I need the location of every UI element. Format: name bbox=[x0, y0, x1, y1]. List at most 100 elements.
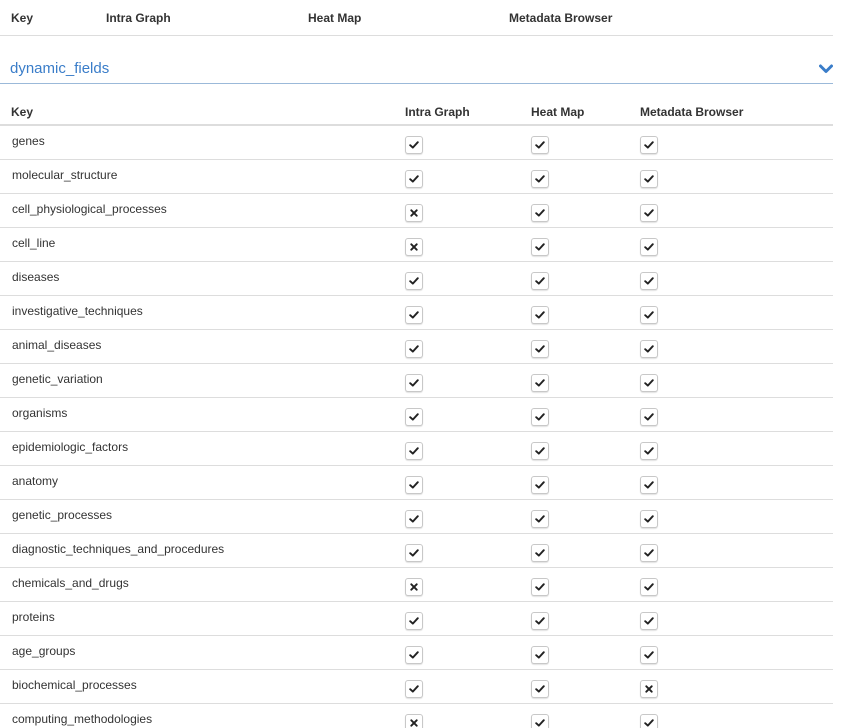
intra-graph-toggle[interactable] bbox=[405, 374, 423, 392]
intra-graph-toggle[interactable] bbox=[405, 272, 423, 290]
row-key: organisms bbox=[12, 406, 68, 420]
metadata-browser-toggle[interactable] bbox=[640, 306, 658, 324]
heat-map-toggle[interactable] bbox=[531, 578, 549, 596]
table-row: diagnostic_techniques_and_procedures bbox=[0, 534, 833, 568]
check-icon bbox=[644, 277, 654, 285]
intra-graph-toggle[interactable] bbox=[405, 408, 423, 426]
intra-graph-toggle[interactable] bbox=[405, 646, 423, 664]
metadata-browser-toggle[interactable] bbox=[640, 544, 658, 562]
table-row: age_groups bbox=[0, 636, 833, 670]
metadata-browser-toggle[interactable] bbox=[640, 272, 658, 290]
intra-graph-toggle[interactable] bbox=[405, 612, 423, 630]
heat-map-toggle[interactable] bbox=[531, 136, 549, 154]
heat-map-toggle[interactable] bbox=[531, 442, 549, 460]
heat-map-toggle[interactable] bbox=[531, 680, 549, 698]
intra-graph-toggle[interactable] bbox=[405, 714, 423, 728]
heat-map-toggle[interactable] bbox=[531, 510, 549, 528]
heat-map-toggle[interactable] bbox=[531, 408, 549, 426]
section-title: dynamic_fields bbox=[10, 60, 110, 77]
check-icon bbox=[535, 413, 545, 421]
intra-graph-toggle[interactable] bbox=[405, 578, 423, 596]
chevron-down-icon[interactable] bbox=[819, 64, 833, 74]
metadata-browser-toggle[interactable] bbox=[640, 408, 658, 426]
check-icon bbox=[535, 379, 545, 387]
metadata-browser-toggle[interactable] bbox=[640, 238, 658, 256]
metadata-browser-toggle[interactable] bbox=[640, 510, 658, 528]
check-icon bbox=[644, 413, 654, 421]
metadata-browser-toggle[interactable] bbox=[640, 204, 658, 222]
metadata-browser-toggle[interactable] bbox=[640, 476, 658, 494]
check-icon bbox=[644, 617, 654, 625]
check-icon bbox=[535, 583, 545, 591]
metadata-browser-toggle[interactable] bbox=[640, 578, 658, 596]
check-icon bbox=[644, 379, 654, 387]
check-icon bbox=[535, 719, 545, 727]
metadata-browser-toggle[interactable] bbox=[640, 714, 658, 728]
heat-map-toggle[interactable] bbox=[531, 340, 549, 358]
intra-graph-toggle[interactable] bbox=[405, 442, 423, 460]
check-icon bbox=[535, 651, 545, 659]
check-icon bbox=[644, 175, 654, 183]
table-row: cell_physiological_processes bbox=[0, 194, 833, 228]
top-table-header: Key Intra Graph Heat Map Metadata Browse… bbox=[0, 0, 833, 36]
row-key: chemicals_and_drugs bbox=[12, 576, 129, 590]
check-icon bbox=[644, 345, 654, 353]
heat-map-toggle[interactable] bbox=[531, 646, 549, 664]
row-key: molecular_structure bbox=[12, 168, 118, 182]
row-key: age_groups bbox=[12, 644, 76, 658]
check-icon bbox=[535, 311, 545, 319]
table-row: anatomy bbox=[0, 466, 833, 500]
metadata-browser-toggle[interactable] bbox=[640, 646, 658, 664]
intra-graph-toggle[interactable] bbox=[405, 680, 423, 698]
intra-graph-toggle[interactable] bbox=[405, 340, 423, 358]
table-row: proteins bbox=[0, 602, 833, 636]
x-icon bbox=[410, 209, 418, 217]
top-header-key: Key bbox=[11, 11, 34, 25]
check-icon bbox=[409, 651, 419, 659]
heat-map-toggle[interactable] bbox=[531, 714, 549, 728]
heat-map-toggle[interactable] bbox=[531, 238, 549, 256]
check-icon bbox=[535, 549, 545, 557]
table-row: cell_line bbox=[0, 228, 833, 262]
intra-graph-toggle[interactable] bbox=[405, 136, 423, 154]
check-icon bbox=[535, 277, 545, 285]
metadata-browser-toggle[interactable] bbox=[640, 612, 658, 630]
metadata-browser-toggle[interactable] bbox=[640, 340, 658, 358]
intra-graph-toggle[interactable] bbox=[405, 510, 423, 528]
metadata-browser-toggle[interactable] bbox=[640, 136, 658, 154]
row-key: genetic_processes bbox=[12, 508, 113, 522]
row-key: biochemical_processes bbox=[12, 678, 137, 692]
x-icon bbox=[410, 719, 418, 727]
table-row: organisms bbox=[0, 398, 833, 432]
heat-map-toggle[interactable] bbox=[531, 272, 549, 290]
metadata-browser-toggle[interactable] bbox=[640, 170, 658, 188]
table-row: genes bbox=[0, 126, 833, 160]
check-icon bbox=[409, 141, 419, 149]
heat-map-toggle[interactable] bbox=[531, 544, 549, 562]
intra-graph-toggle[interactable] bbox=[405, 476, 423, 494]
table-body: genes molecular_structure cell_physiologic… bbox=[0, 126, 833, 728]
intra-graph-toggle[interactable] bbox=[405, 306, 423, 324]
metadata-browser-toggle[interactable] bbox=[640, 442, 658, 460]
row-key: anatomy bbox=[12, 474, 59, 488]
heat-map-toggle[interactable] bbox=[531, 374, 549, 392]
heat-map-toggle[interactable] bbox=[531, 306, 549, 324]
intra-graph-toggle[interactable] bbox=[405, 544, 423, 562]
heat-map-toggle[interactable] bbox=[531, 476, 549, 494]
intra-graph-toggle[interactable] bbox=[405, 170, 423, 188]
header-intra-graph: Intra Graph bbox=[405, 105, 470, 119]
heat-map-toggle[interactable] bbox=[531, 170, 549, 188]
metadata-browser-toggle[interactable] bbox=[640, 374, 658, 392]
check-icon bbox=[409, 685, 419, 693]
intra-graph-toggle[interactable] bbox=[405, 238, 423, 256]
intra-graph-toggle[interactable] bbox=[405, 204, 423, 222]
check-icon bbox=[535, 345, 545, 353]
metadata-browser-toggle[interactable] bbox=[640, 680, 658, 698]
row-key: diagnostic_techniques_and_procedures bbox=[12, 542, 225, 556]
check-icon bbox=[409, 481, 419, 489]
dynamic-fields-section-toggle[interactable]: dynamic_fields bbox=[0, 58, 833, 84]
check-icon bbox=[535, 515, 545, 523]
heat-map-toggle[interactable] bbox=[531, 612, 549, 630]
heat-map-toggle[interactable] bbox=[531, 204, 549, 222]
check-icon bbox=[409, 549, 419, 557]
